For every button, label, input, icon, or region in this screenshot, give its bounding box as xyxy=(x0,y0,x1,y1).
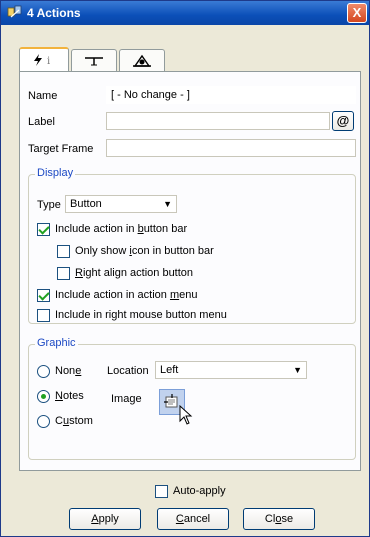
close-icon[interactable]: X xyxy=(347,3,367,23)
svg-text:i: i xyxy=(47,56,50,67)
tab-page: Name [ - No change - ] Label @ Target Fr… xyxy=(19,71,361,471)
graphic-none-label[interactable]: None xyxy=(55,365,81,377)
right-align-checkbox[interactable] xyxy=(57,267,70,280)
title-bar[interactable]: 4 Actions X xyxy=(1,1,369,25)
target-frame-label: Target Frame xyxy=(28,143,94,155)
location-label: Location xyxy=(107,365,149,377)
tab-action-info[interactable]: i xyxy=(19,47,69,71)
location-value: Left xyxy=(160,364,179,376)
tab-settings[interactable] xyxy=(119,49,165,71)
include-right-menu-label[interactable]: Include in right mouse button menu xyxy=(55,309,227,321)
label-label: Label xyxy=(28,116,55,128)
right-align-label[interactable]: Right align action button xyxy=(75,267,193,279)
type-label: Type xyxy=(37,199,61,211)
cog-icon xyxy=(133,54,151,67)
display-group: Display Type Button ▼ Include action in … xyxy=(28,167,356,324)
image-label: Image xyxy=(111,393,142,405)
target-frame-field[interactable] xyxy=(106,139,356,157)
type-value: Button xyxy=(70,198,102,210)
include-button-bar-checkbox[interactable] xyxy=(37,223,50,236)
actions-app-icon xyxy=(7,5,23,19)
insert-variable-button[interactable]: @ xyxy=(332,111,354,131)
chevron-down-icon: ▼ xyxy=(293,365,302,375)
only-icon-checkbox[interactable] xyxy=(57,245,70,258)
display-legend: Display xyxy=(35,167,76,179)
include-right-menu-checkbox[interactable] xyxy=(37,309,50,322)
name-label: Name xyxy=(28,90,58,102)
lightning-info-icon: i xyxy=(34,54,50,67)
tab-hotspot[interactable] xyxy=(71,49,117,71)
graphic-legend: Graphic xyxy=(35,337,78,349)
mouse-cursor-icon xyxy=(179,405,193,425)
label-field[interactable] xyxy=(106,112,330,130)
cancel-button[interactable]: Cancel xyxy=(157,508,229,530)
apply-button[interactable]: Apply xyxy=(69,508,141,530)
name-field[interactable]: [ - No change - ] xyxy=(106,86,356,104)
graphic-group: Graphic None Notes Custom Location Left … xyxy=(28,337,356,460)
include-action-menu-checkbox[interactable] xyxy=(37,289,50,302)
graphic-notes-label[interactable]: Notes xyxy=(55,390,84,402)
graphic-none-radio[interactable] xyxy=(37,365,50,378)
window-title: 4 Actions xyxy=(27,6,81,20)
close-button[interactable]: Close xyxy=(243,508,315,530)
graphic-custom-radio[interactable] xyxy=(37,415,50,428)
auto-apply-label[interactable]: Auto-apply xyxy=(173,485,226,497)
auto-apply-checkbox[interactable] xyxy=(155,485,168,498)
include-button-bar-label[interactable]: Include action in button bar xyxy=(55,223,187,235)
type-select[interactable]: Button ▼ xyxy=(65,195,177,213)
chevron-down-icon: ▼ xyxy=(163,199,172,209)
location-select[interactable]: Left ▼ xyxy=(155,361,307,379)
include-action-menu-label[interactable]: Include action in action menu xyxy=(55,289,198,301)
actions-dialog: 4 Actions X i Name [ - No change -] Lab… xyxy=(0,0,370,537)
graphic-custom-label[interactable]: Custom xyxy=(55,415,93,427)
only-icon-label[interactable]: Only show icon in button bar xyxy=(75,245,214,257)
hotspot-icon xyxy=(85,56,103,65)
graphic-notes-radio[interactable] xyxy=(37,390,50,403)
